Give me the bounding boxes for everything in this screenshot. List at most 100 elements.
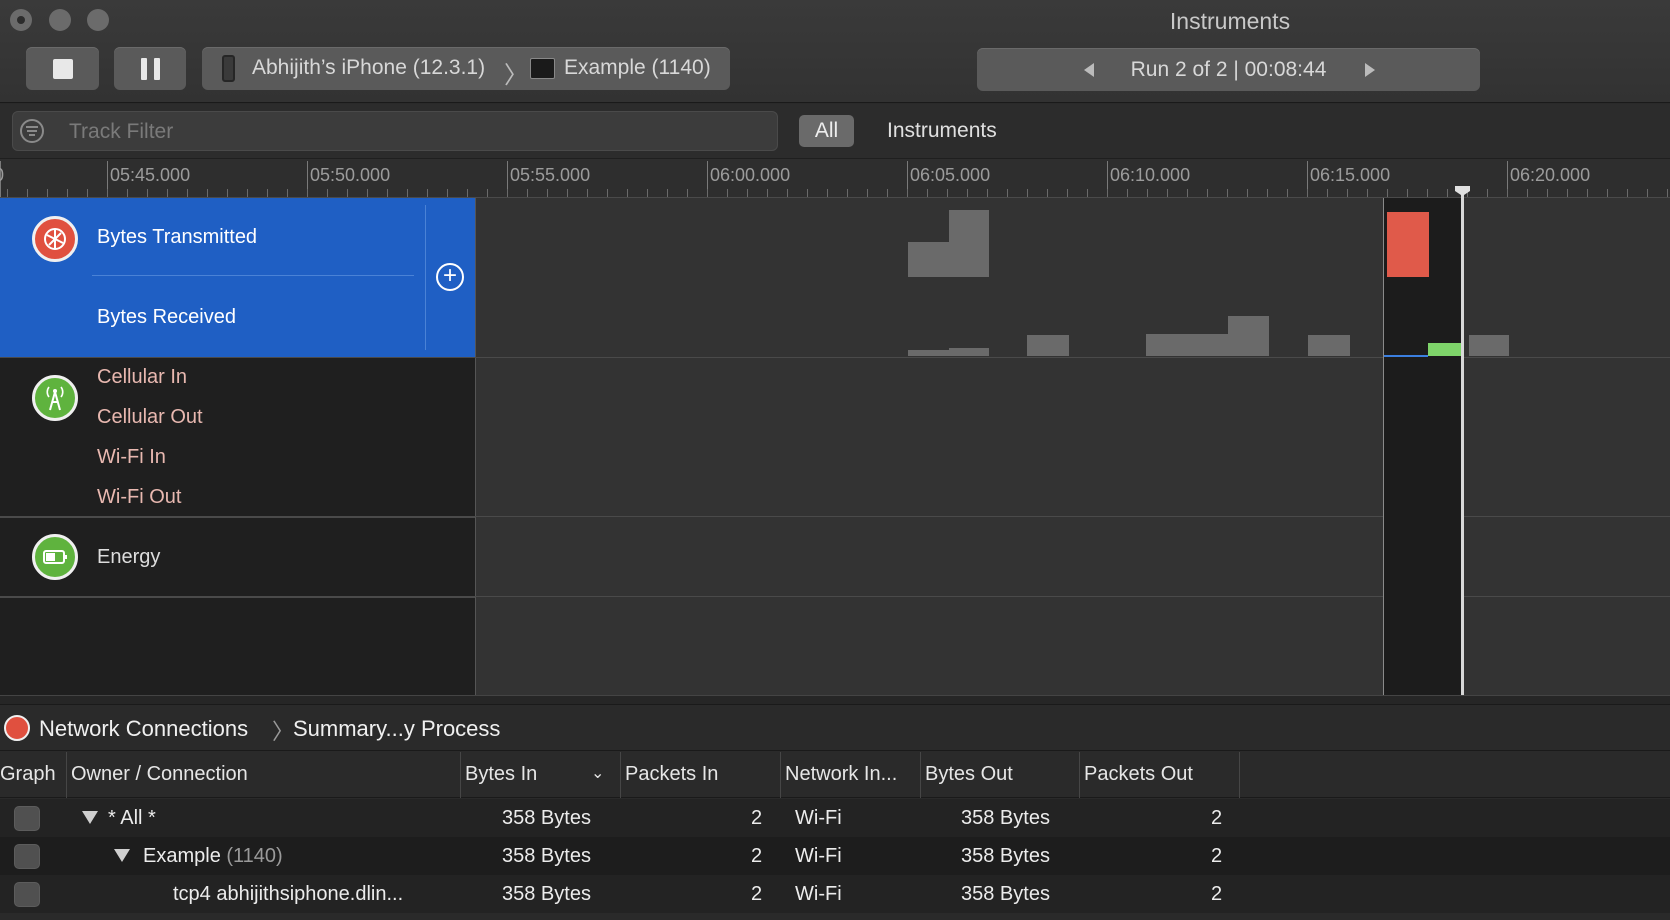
ruler-minor-tick bbox=[1367, 189, 1368, 197]
add-track-button[interactable]: + bbox=[436, 263, 464, 291]
ruler-minor-tick bbox=[1127, 189, 1128, 197]
ruler-minor-tick bbox=[547, 189, 548, 197]
jump-bar-view[interactable]: Summary...y Process bbox=[293, 716, 500, 742]
scope-all-button[interactable]: All bbox=[799, 115, 854, 147]
ruler-tick-label: 05:50.000 bbox=[310, 165, 391, 185]
ruler-minor-tick bbox=[507, 189, 508, 197]
owner-cell: * All * bbox=[108, 807, 156, 829]
ruler-minor-tick bbox=[1627, 189, 1628, 197]
packets-out-cell: 2 bbox=[1211, 807, 1223, 829]
col-packets-out[interactable]: Packets Out bbox=[1080, 752, 1240, 798]
track-cellular-in: Cellular In bbox=[97, 366, 188, 388]
ruler-minor-tick bbox=[1647, 189, 1648, 197]
ruler-minor-tick bbox=[867, 189, 868, 197]
ruler-minor-tick bbox=[787, 189, 788, 197]
ruler-minor-tick bbox=[1187, 189, 1188, 197]
stop-recording-button[interactable] bbox=[26, 47, 99, 90]
disclosure-triangle-icon[interactable] bbox=[114, 849, 130, 862]
col-network-interface[interactable]: Network In... bbox=[781, 752, 921, 798]
ruler-minor-tick bbox=[1047, 189, 1048, 197]
receive-bar bbox=[1146, 334, 1228, 356]
ruler-minor-tick bbox=[967, 189, 968, 197]
transmit-bar bbox=[949, 210, 989, 277]
scope-instruments-button[interactable]: Instruments bbox=[887, 119, 997, 143]
jump-bar-instrument[interactable]: Network Connections bbox=[39, 716, 248, 742]
target-selector-button[interactable]: Abhijith’s iPhone (12.3.1) 〉 Example (11… bbox=[202, 47, 730, 90]
playhead[interactable] bbox=[1461, 190, 1464, 695]
ruler-minor-tick bbox=[187, 189, 188, 197]
sort-chevron-down-icon: ⌄ bbox=[591, 765, 605, 782]
detail-jump-bar: Network Connections 〉 Summary...y Proces… bbox=[0, 704, 1670, 751]
ruler-minor-tick bbox=[527, 189, 528, 197]
col-packets-in[interactable]: Packets In bbox=[621, 752, 781, 798]
track-divider bbox=[92, 275, 414, 276]
col-bytes-in[interactable]: Bytes In ⌄ bbox=[461, 752, 621, 798]
table-row[interactable]: Example (1140) 358 Bytes 2 Wi-Fi 358 Byt… bbox=[0, 837, 1670, 875]
bytes-out-cell: 358 Bytes bbox=[961, 883, 1050, 905]
col-owner[interactable]: Owner / Connection bbox=[67, 752, 461, 798]
ruler-minor-tick bbox=[387, 189, 388, 197]
ruler-minor-tick bbox=[1527, 189, 1528, 197]
table-row[interactable]: tcp4 abhijithsiphone.dlin... 358 Bytes 2… bbox=[0, 875, 1670, 913]
app-terminal-icon bbox=[530, 58, 555, 79]
close-dot-icon bbox=[17, 16, 25, 24]
ruler-tick-label: 06:15.000 bbox=[1310, 165, 1391, 185]
ruler-minor-tick bbox=[447, 189, 448, 197]
ruler-minor-tick bbox=[927, 189, 928, 197]
ruler-minor-tick bbox=[1027, 189, 1028, 197]
track-bytes-received: Bytes Received bbox=[97, 306, 236, 328]
ruler-minor-tick bbox=[167, 189, 168, 197]
ruler-minor-tick bbox=[567, 189, 568, 197]
ruler-minor-tick bbox=[1327, 189, 1328, 197]
track-bytes-transmitted: Bytes Transmitted bbox=[97, 226, 258, 248]
ruler-minor-tick bbox=[887, 189, 888, 197]
receive-bar bbox=[1469, 335, 1509, 356]
ruler-minor-tick bbox=[587, 189, 588, 197]
graph-checkbox[interactable] bbox=[14, 844, 40, 869]
ruler-minor-tick bbox=[1247, 189, 1248, 197]
ruler-minor-tick bbox=[247, 189, 248, 197]
ruler-minor-tick bbox=[1227, 189, 1228, 197]
ruler-minor-tick bbox=[1407, 189, 1408, 197]
timeline-area[interactable] bbox=[475, 198, 1670, 695]
minimize-window-button[interactable] bbox=[49, 9, 71, 31]
ruler-minor-tick bbox=[127, 189, 128, 197]
ruler-minor-tick bbox=[1447, 189, 1448, 197]
ruler-minor-tick bbox=[1107, 189, 1108, 197]
pane-splitter[interactable] bbox=[0, 695, 1670, 704]
col-bytes-out[interactable]: Bytes Out bbox=[921, 752, 1080, 798]
ruler-tick-label: 06:05.000 bbox=[910, 165, 991, 185]
stop-icon bbox=[53, 59, 73, 79]
ruler-minor-tick bbox=[1167, 189, 1168, 197]
table-row[interactable]: * All * 358 Bytes 2 Wi-Fi 358 Bytes 2 bbox=[0, 799, 1670, 837]
pause-recording-button[interactable] bbox=[114, 47, 186, 90]
ruler-minor-tick bbox=[1347, 189, 1348, 197]
ruler-minor-tick bbox=[487, 189, 488, 197]
ruler-minor-tick bbox=[87, 189, 88, 197]
ruler-minor-tick bbox=[67, 189, 68, 197]
ruler-tick-label: 05:55.000 bbox=[510, 165, 591, 185]
breadcrumb-chevron-icon: 〉 bbox=[504, 62, 528, 89]
graph-checkbox[interactable] bbox=[14, 882, 40, 907]
receive-bar bbox=[1027, 335, 1069, 356]
ruler-minor-tick bbox=[1507, 189, 1508, 197]
zoom-window-button[interactable] bbox=[87, 9, 109, 31]
packets-in-cell: 2 bbox=[751, 845, 763, 867]
jump-bar-chevron-icon: 〉 bbox=[272, 719, 295, 744]
next-run-icon[interactable] bbox=[1365, 63, 1375, 77]
ruler-minor-tick bbox=[1387, 189, 1388, 197]
ruler-tick-label: 06:10.000 bbox=[1110, 165, 1191, 185]
ruler-minor-tick bbox=[27, 189, 28, 197]
track-filter-field[interactable] bbox=[12, 111, 778, 151]
track-wifi-in: Wi-Fi In bbox=[97, 446, 166, 468]
close-window-button[interactable] bbox=[10, 9, 32, 31]
disclosure-triangle-icon[interactable] bbox=[82, 811, 98, 824]
timeline-ruler[interactable]: 0 05:45.00005:50.00005:55.00006:00.00006… bbox=[0, 158, 1670, 198]
track-energy: Energy bbox=[97, 546, 161, 568]
col-graph[interactable]: Graph bbox=[0, 752, 67, 798]
ruler-minor-tick bbox=[1567, 189, 1568, 197]
ruler-minor-tick bbox=[287, 189, 288, 197]
track-filter-input[interactable] bbox=[69, 118, 669, 146]
device-name: Abhijith’s iPhone (12.3.1) bbox=[252, 56, 486, 79]
graph-checkbox[interactable] bbox=[14, 806, 40, 831]
